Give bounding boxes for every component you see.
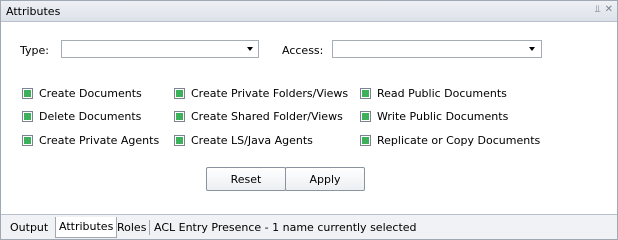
tab-roles[interactable]: Roles [114, 218, 149, 237]
tab-acl-entry-presence[interactable]: ACL Entry Presence - 1 name currently se… [151, 218, 420, 237]
checkbox-box[interactable] [360, 87, 371, 99]
checkbox-box[interactable] [22, 134, 33, 146]
checkbox-label: Create Private Folders/Views [191, 86, 349, 100]
attributes-panel: Attributes ⫫ ✕ Type: Access: Create Docu… [0, 0, 618, 240]
checkbox-create-private-agents[interactable]: Create Private Agents [22, 133, 159, 147]
panel-title: Attributes [6, 5, 61, 18]
tab-attributes[interactable]: Attributes [55, 217, 118, 238]
pin-icon[interactable]: ⫫ [595, 4, 601, 16]
checkbox-create-private-folders-views[interactable]: Create Private Folders/Views [174, 86, 348, 100]
checkbox-label: Replicate or Copy Documents [377, 133, 541, 147]
checkbox-box[interactable] [360, 110, 371, 122]
checkbox-box[interactable] [22, 87, 33, 99]
reset-button[interactable]: Reset [206, 167, 286, 191]
checkbox-write-public-documents[interactable]: Write Public Documents [360, 109, 508, 123]
access-label: Access: [282, 44, 324, 57]
bottom-tab-bar: Output Attributes Roles ACL Entry Presen… [1, 214, 617, 239]
titlebar-icons: ⫫ ✕ [595, 4, 613, 16]
chevron-down-icon [247, 47, 253, 51]
tab-output[interactable]: Output [7, 218, 51, 237]
checkbox-box[interactable] [360, 134, 371, 146]
checkbox-box[interactable] [22, 110, 33, 122]
checkbox-label: Delete Documents [39, 109, 142, 123]
apply-button[interactable]: Apply [285, 167, 365, 191]
tab-separator [149, 220, 150, 235]
checkbox-box[interactable] [174, 134, 185, 146]
checkbox-delete-documents[interactable]: Delete Documents [22, 109, 141, 123]
type-combo[interactable] [61, 40, 259, 58]
checkbox-read-public-documents[interactable]: Read Public Documents [360, 86, 507, 100]
checkbox-box[interactable] [174, 110, 185, 122]
panel-titlebar: Attributes ⫫ ✕ [1, 1, 617, 22]
checkbox-label: Create LS/Java Agents [191, 133, 313, 147]
checkbox-label: Create Shared Folder/Views [191, 109, 343, 123]
checkbox-label: Read Public Documents [377, 86, 507, 100]
checkbox-label: Create Documents [39, 86, 142, 100]
access-combo[interactable] [332, 40, 542, 58]
checkbox-label: Write Public Documents [377, 109, 509, 123]
checkbox-create-shared-folder-views[interactable]: Create Shared Folder/Views [174, 109, 343, 123]
checkbox-label: Create Private Agents [39, 133, 160, 147]
checkbox-create-ls-java-agents[interactable]: Create LS/Java Agents [174, 133, 313, 147]
checkbox-replicate-or-copy-documents[interactable]: Replicate or Copy Documents [360, 133, 540, 147]
type-label: Type: [20, 44, 49, 57]
chevron-down-icon [529, 47, 535, 51]
checkbox-create-documents[interactable]: Create Documents [22, 86, 142, 100]
close-icon[interactable]: ✕ [605, 4, 613, 16]
checkbox-box[interactable] [174, 87, 185, 99]
